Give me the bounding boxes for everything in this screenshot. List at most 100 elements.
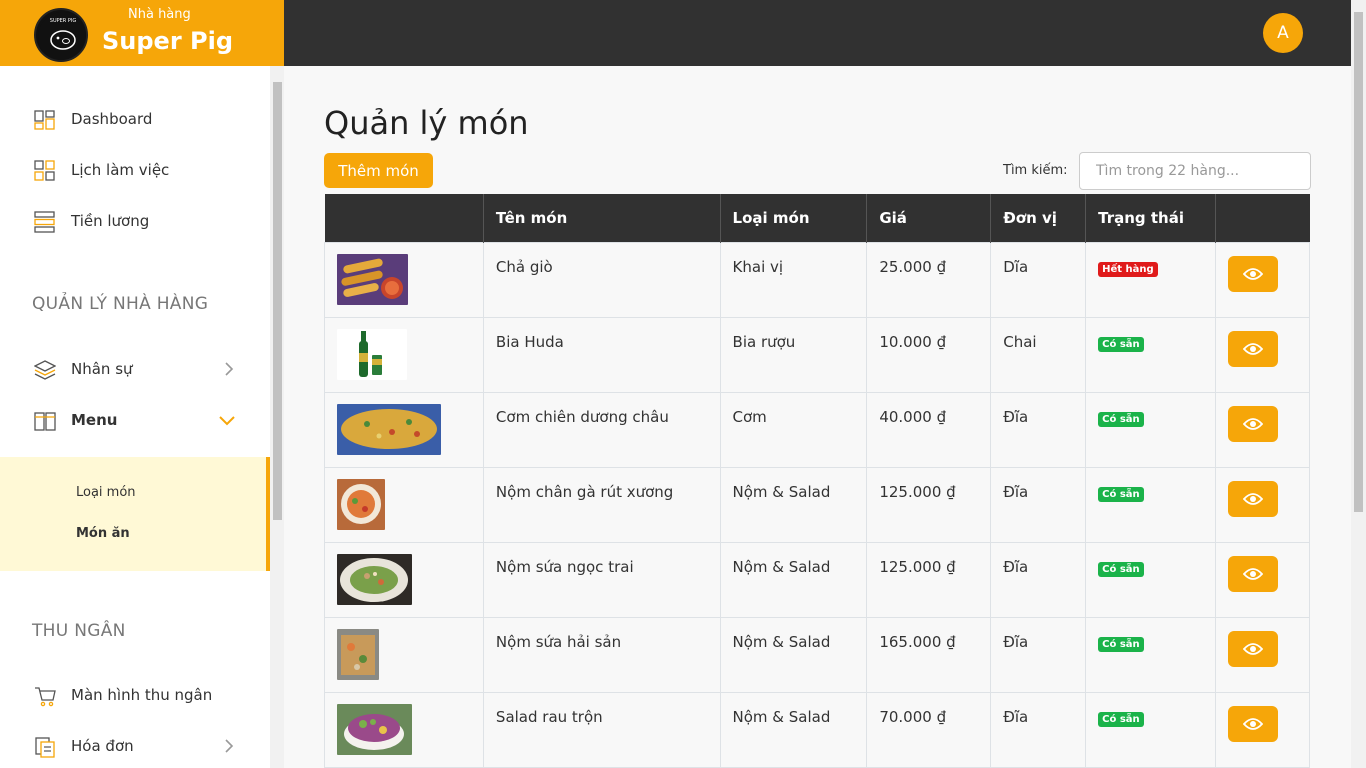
dishes-table: Tên món Loại món Giá Đơn vị Trạng thái C…	[324, 194, 1310, 768]
brand-subtitle: Nhà hàng	[128, 7, 191, 22]
brand-name: Super Pig	[102, 27, 234, 55]
dish-price: 10.000 ₫	[866, 316, 992, 393]
column-header-image[interactable]	[324, 194, 484, 242]
table-row: Nộm sứa hải sản Nộm & Salad 165.000 ₫ Đĩ…	[324, 616, 1310, 693]
sidebar-item-dashboard[interactable]: Dashboard	[0, 99, 270, 139]
dish-status-cell: Có sẵn	[1085, 391, 1216, 468]
dish-category: Nộm & Salad	[719, 691, 868, 768]
column-header-status[interactable]: Trạng thái	[1085, 194, 1216, 242]
sidebar-item-label: Lịch làm việc	[71, 161, 170, 179]
status-badge: Có sẵn	[1098, 561, 1144, 577]
view-button[interactable]	[1228, 330, 1278, 367]
dish-price: 165.000 ₫	[866, 616, 992, 693]
dish-unit: Đĩa	[990, 391, 1087, 468]
table-row: Cơm chiên dương châu Cơm 40.000 ₫ Đĩa Có…	[324, 391, 1310, 468]
chevron-right-icon	[225, 739, 234, 753]
cart-icon	[35, 687, 56, 707]
dish-unit: Đĩa	[990, 466, 1087, 543]
dish-status-cell: Có sẵn	[1085, 466, 1216, 543]
sidebar-scrollbar-thumb[interactable]	[273, 82, 282, 520]
table-header-row: Tên món Loại món Giá Đơn vị Trạng thái	[324, 194, 1310, 242]
layers-icon	[34, 360, 56, 380]
dish-name: Chả giò	[482, 241, 721, 318]
dish-actions-cell	[1215, 541, 1310, 618]
dish-price: 70.000 ₫	[866, 691, 992, 768]
status-badge: Hết hàng	[1098, 261, 1158, 277]
brand-header[interactable]: SUPER PIG Nhà hàng Super Pig	[0, 0, 284, 66]
brand-logo: SUPER PIG	[34, 8, 88, 62]
status-badge: Có sẵn	[1098, 636, 1144, 652]
dish-image	[337, 253, 408, 305]
eye-icon	[1243, 417, 1263, 430]
dish-actions-cell	[1215, 466, 1310, 543]
sidebar-item-invoices[interactable]: Hóa đơn	[0, 726, 270, 766]
view-button[interactable]	[1228, 630, 1278, 667]
search-label: Tìm kiếm:	[1003, 163, 1068, 178]
table-row: Nộm sứa ngọc trai Nộm & Salad 125.000 ₫ …	[324, 541, 1310, 618]
eye-icon	[1243, 342, 1263, 355]
sidebar-item-cashier-screen[interactable]: Màn hình thu ngân	[0, 675, 270, 715]
list-icon	[34, 211, 55, 233]
submenu-item-categories[interactable]: Loại món	[76, 485, 136, 500]
dish-image-cell	[324, 541, 484, 618]
page-scrollbar-thumb[interactable]	[1354, 12, 1363, 512]
sidebar-item-schedule[interactable]: Lịch làm việc	[0, 150, 270, 190]
search-input[interactable]	[1079, 152, 1311, 190]
dish-actions-cell	[1215, 616, 1310, 693]
dish-unit: Chai	[990, 316, 1087, 393]
sidebar-item-label: Nhân sự	[71, 360, 133, 378]
dish-status-cell: Có sẵn	[1085, 541, 1216, 618]
grid-icon	[34, 160, 55, 181]
invoice-icon	[35, 737, 55, 758]
dish-price: 125.000 ₫	[866, 466, 992, 543]
view-button[interactable]	[1228, 555, 1278, 592]
column-header-price[interactable]: Giá	[866, 194, 992, 242]
sidebar-item-label: Dashboard	[71, 110, 153, 128]
eye-icon	[1243, 567, 1263, 580]
dish-actions-cell	[1215, 316, 1310, 393]
column-header-unit[interactable]: Đơn vị	[990, 194, 1087, 242]
section-cashier-heading: THU NGÂN	[32, 621, 126, 641]
sidebar-item-salary[interactable]: Tiền lương	[0, 201, 270, 241]
dish-image-cell	[324, 691, 484, 768]
eye-icon	[1243, 717, 1263, 730]
column-header-category[interactable]: Loại món	[720, 194, 868, 242]
dish-image-cell	[324, 241, 484, 318]
dish-category: Khai vị	[719, 241, 868, 318]
section-restaurant-heading: QUẢN LÝ NHÀ HÀNG	[32, 294, 209, 314]
chevron-right-icon	[225, 362, 234, 376]
dish-image	[337, 478, 385, 530]
submenu-item-dishes[interactable]: Món ăn	[76, 526, 130, 541]
add-dish-button[interactable]: Thêm món	[324, 153, 433, 188]
view-button[interactable]	[1228, 255, 1278, 292]
sidebar-item-staff[interactable]: Nhân sự	[0, 349, 270, 389]
status-badge: Có sẵn	[1098, 411, 1144, 427]
dish-image-cell	[324, 316, 484, 393]
sidebar: SUPER PIG Nhà hàng Super Pig Dashboard L…	[0, 0, 284, 768]
view-button[interactable]	[1228, 705, 1278, 742]
dish-image-cell	[324, 466, 484, 543]
dish-image-cell	[324, 391, 484, 468]
dish-name: Salad rau trộn	[482, 691, 721, 768]
menu-submenu: Loại món Món ăn	[0, 457, 270, 571]
dish-category: Bia rượu	[719, 316, 868, 393]
eye-icon	[1243, 492, 1263, 505]
dish-image	[337, 553, 412, 605]
status-badge: Có sẵn	[1098, 486, 1144, 502]
user-avatar[interactable]: A	[1263, 13, 1303, 53]
sidebar-item-label: Tiền lương	[71, 212, 150, 230]
book-icon	[34, 412, 56, 431]
page-scrollbar[interactable]	[1351, 0, 1366, 768]
sidebar-item-menu[interactable]: Menu	[0, 400, 270, 440]
table-row: Nộm chân gà rút xương Nộm & Salad 125.00…	[324, 466, 1310, 543]
dish-name: Nộm chân gà rút xương	[482, 466, 721, 543]
view-button[interactable]	[1228, 480, 1278, 517]
sidebar-scrollbar[interactable]	[270, 66, 284, 768]
dashboard-icon	[34, 110, 55, 130]
dish-name: Bia Huda	[482, 316, 721, 393]
dish-name: Nộm sứa ngọc trai	[482, 541, 721, 618]
table-row: Bia Huda Bia rượu 10.000 ₫ Chai Có sẵn	[324, 316, 1310, 393]
view-button[interactable]	[1228, 405, 1278, 442]
column-header-name[interactable]: Tên món	[483, 194, 721, 242]
dish-category: Cơm	[719, 391, 868, 468]
